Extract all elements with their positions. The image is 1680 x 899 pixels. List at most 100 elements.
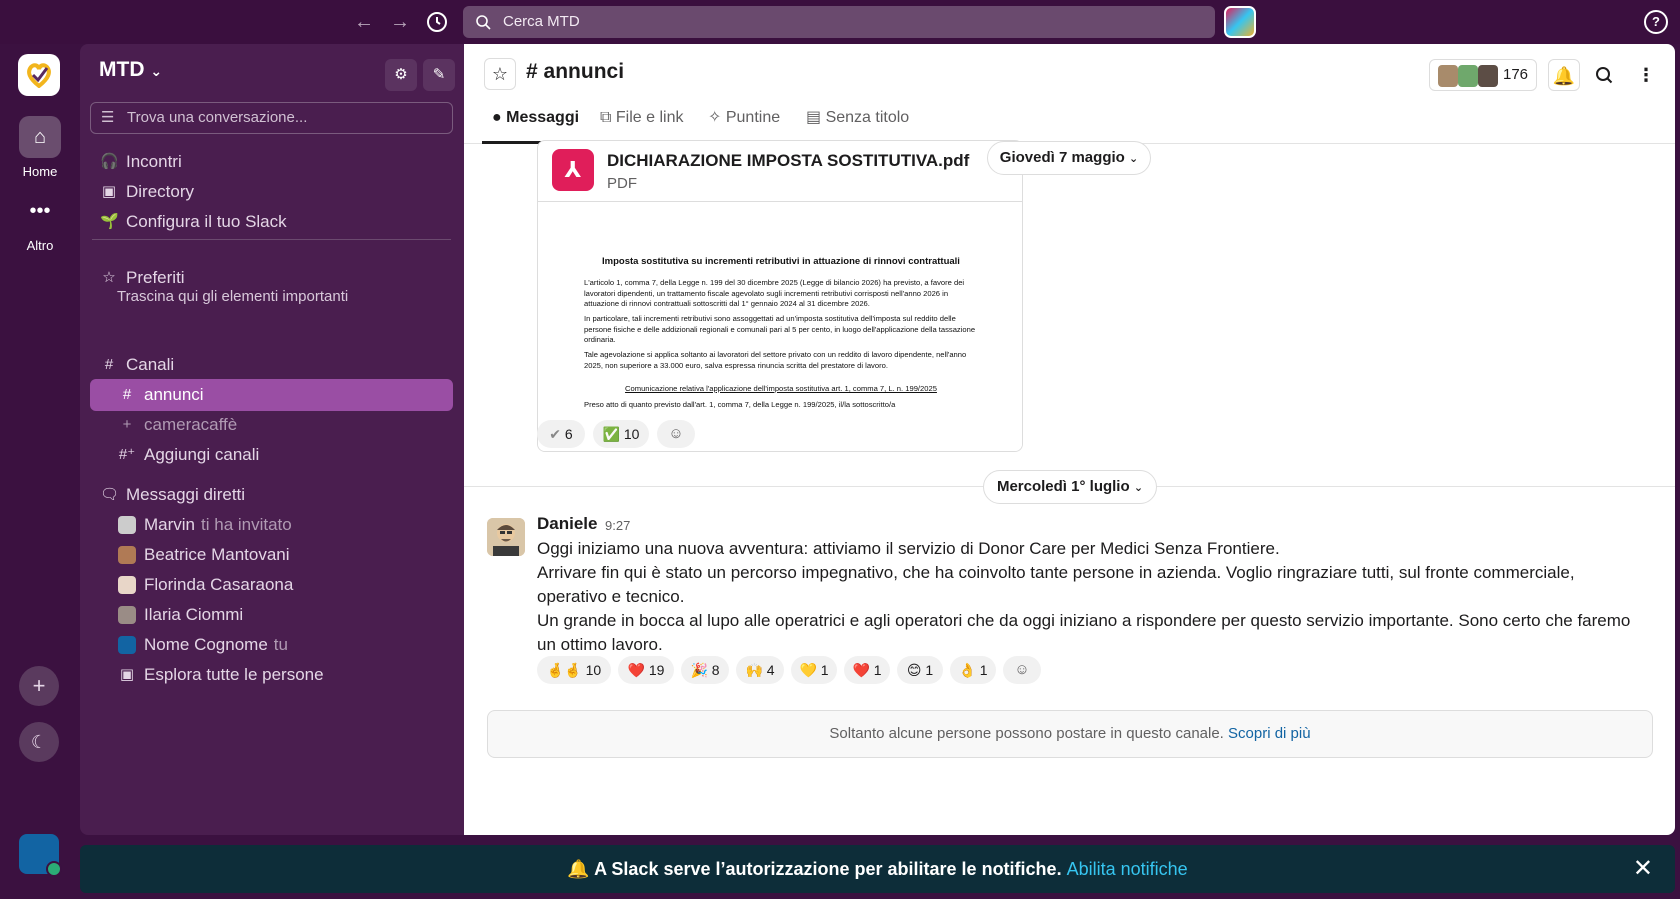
channel-title[interactable]: # annunci <box>526 60 624 84</box>
top-bar: ← → Cerca MTD ? <box>0 0 1680 44</box>
channels-header[interactable]: # Canali <box>90 349 453 381</box>
dm-extra: tu <box>273 635 288 654</box>
avatar <box>1438 65 1458 87</box>
search-icon <box>475 6 491 42</box>
date-divider[interactable]: Mercoledì 1° luglio ⌄ <box>983 470 1157 504</box>
conversation-search-input[interactable]: ☰ Trova una conversazione... <box>90 102 453 134</box>
chevron-down-icon: ⌄ <box>1128 153 1139 165</box>
reaction[interactable]: ❤️ 19 <box>618 656 674 684</box>
add-icon[interactable]: + <box>19 666 59 706</box>
history-clock-icon[interactable] <box>423 8 451 36</box>
reaction[interactable]: 😊 1 <box>897 656 943 684</box>
reaction[interactable]: 💛 1 <box>791 656 837 684</box>
workspace-logo[interactable] <box>18 54 60 96</box>
favorites-label: Preferiti <box>126 268 185 287</box>
sidebar-item-add-channels[interactable]: #⁺ Aggiungi canali <box>90 439 453 471</box>
preview-paragraph: Tale agevolazione si applica soltanto ai… <box>584 350 967 370</box>
help-icon[interactable]: ? <box>1644 10 1668 34</box>
compose-icon[interactable]: ✎ <box>423 59 455 91</box>
star-icon[interactable]: ☆ <box>484 58 516 90</box>
files-icon: ⧉ <box>600 109 612 126</box>
message-bubble-icon: ● <box>492 109 502 126</box>
dm-ilaria[interactable]: Ilaria Ciommi <box>90 599 453 631</box>
channel-label: annunci <box>144 385 204 404</box>
reaction[interactable]: ❤️ 1 <box>844 656 890 684</box>
close-icon[interactable]: ✕ <box>1633 845 1653 893</box>
dms-header[interactable]: 🗨 Messaggi diretti <box>90 479 453 511</box>
file-name[interactable]: DICHIARAZIONE IMPOSTA SOSTITUTIVA.pdf <box>607 151 969 171</box>
tab-messaggi[interactable]: ● Messaggi <box>482 100 584 144</box>
tab-canvas[interactable]: ▤ Senza titolo <box>806 100 909 144</box>
avatar <box>118 606 136 624</box>
message-body: Oggi iniziamo una nuova avventura: attiv… <box>537 537 1649 657</box>
preview-paragraph: Preso atto di quanto previsto dall'art. … <box>584 400 896 409</box>
pdf-icon: ⅄ <box>552 149 594 191</box>
back-arrow-icon[interactable]: ← <box>350 8 378 36</box>
preview-link: Comunicazione relativa l'applicazione de… <box>625 384 937 393</box>
avatar <box>1478 65 1498 87</box>
avatar[interactable] <box>487 518 525 556</box>
learn-more-link[interactable]: Scopri di più <box>1228 725 1311 742</box>
reaction[interactable]: 🙌 4 <box>736 656 784 684</box>
workspace-name[interactable]: MTD ⌄ <box>99 58 162 82</box>
channel-label: Aggiungi canali <box>144 445 260 464</box>
avatar <box>118 576 136 594</box>
dms-label: Messaggi diretti <box>126 485 246 504</box>
channels-label: Canali <box>126 355 175 374</box>
reaction[interactable]: ✔ 6 <box>537 420 585 448</box>
pdf-preview[interactable]: Imposta sostitutiva su incrementi retrib… <box>538 201 1022 451</box>
channel-view: ☆ # annunci 176 🔔 ⋮ ● Messaggi ⧉ File e … <box>464 44 1675 835</box>
explore-people[interactable]: ▣ Esplora tutte le persone <box>90 659 453 691</box>
rail-more[interactable]: ••• Altro <box>0 190 80 253</box>
search-input[interactable]: Cerca MTD <box>463 6 1215 38</box>
user-avatar[interactable] <box>19 834 62 877</box>
chevron-down-icon: ⌄ <box>150 63 163 79</box>
add-reaction-icon[interactable]: ☺ <box>657 420 695 448</box>
sidebar-item-configure[interactable]: 🌱 Configura il tuo Slack <box>90 206 453 238</box>
reaction[interactable]: 🎉 8 <box>681 656 729 684</box>
sidebar-item-incontri[interactable]: 🎧 Incontri <box>90 146 453 178</box>
preview-title: Imposta sostitutiva su incrementi retrib… <box>602 256 960 267</box>
enable-notifications-link[interactable]: Abilita notifiche <box>1067 859 1188 879</box>
chevron-down-icon: ⌄ <box>1133 482 1144 494</box>
sidebar-item-directory[interactable]: ▣ Directory <box>90 176 453 208</box>
dm-beatrice[interactable]: Beatrice Mantovani <box>90 539 453 571</box>
tab-files[interactable]: ⧉ File e link <box>600 100 683 144</box>
dm-florinda[interactable]: Florinda Casaraona <box>90 569 453 601</box>
forward-arrow-icon[interactable]: → <box>386 8 414 36</box>
dm-label: Florinda Casaraona <box>144 575 294 594</box>
more-vertical-icon[interactable]: ⋮ <box>1630 59 1662 91</box>
date-divider[interactable]: Giovedì 7 maggio ⌄ <box>987 141 1151 175</box>
dm-label: Ilaria Ciommi <box>144 605 244 624</box>
settings-gear-icon[interactable]: ⚙ <box>385 59 417 91</box>
conversation-search-placeholder: Trova una conversazione... <box>127 109 308 126</box>
slack-ai-icon[interactable] <box>1224 6 1256 38</box>
favorites-hint: Trascina qui gli elementi importanti <box>117 288 349 305</box>
add-reaction-icon[interactable]: ☺ <box>1003 656 1041 684</box>
sidebar-item-cameracaffe[interactable]: + cameracaffè <box>90 409 453 441</box>
reaction[interactable]: 👌 1 <box>950 656 996 684</box>
channel-label: cameracaffè <box>144 415 238 434</box>
file-attachment[interactable]: ⅄ DICHIARAZIONE IMPOSTA SOSTITUTIVA.pdf … <box>537 140 1023 452</box>
dm-self[interactable]: Nome Cognome tu <box>90 629 453 661</box>
hash-icon: # <box>122 386 132 403</box>
rail-home[interactable]: ⌂ Home <box>0 116 80 179</box>
message-time[interactable]: 9:27 <box>605 518 630 533</box>
bell-icon[interactable]: 🔔 <box>1548 59 1580 91</box>
sidebar: MTD ⌄ ⚙ ✎ ☰ Trova una conversazione... 🎧… <box>80 44 464 835</box>
posting-restriction-notice: Soltanto alcune persone possono postare … <box>487 710 1653 758</box>
search-icon[interactable] <box>1588 59 1620 91</box>
reaction[interactable]: ✅ 10 <box>593 420 649 448</box>
dm-marvin[interactable]: Marvin ti ha invitato <box>90 509 453 541</box>
message-author[interactable]: Daniele <box>537 514 597 534</box>
tab-pins[interactable]: ✧ Puntine <box>708 100 780 144</box>
message-line: Oggi iniziamo una nuova avventura: attiv… <box>537 539 1280 558</box>
plus-icon: + <box>122 416 132 433</box>
sidebar-item-label: Directory <box>126 182 195 201</box>
members-button[interactable]: 176 <box>1429 59 1537 91</box>
chat-bubbles-icon: 🗨 <box>100 486 120 503</box>
filter-search-icon: ☰ <box>101 109 115 126</box>
sidebar-item-annunci[interactable]: # annunci <box>90 379 453 411</box>
reaction[interactable]: 🤞🤞 10 <box>537 656 611 684</box>
moon-icon[interactable]: ☾ <box>19 722 59 762</box>
